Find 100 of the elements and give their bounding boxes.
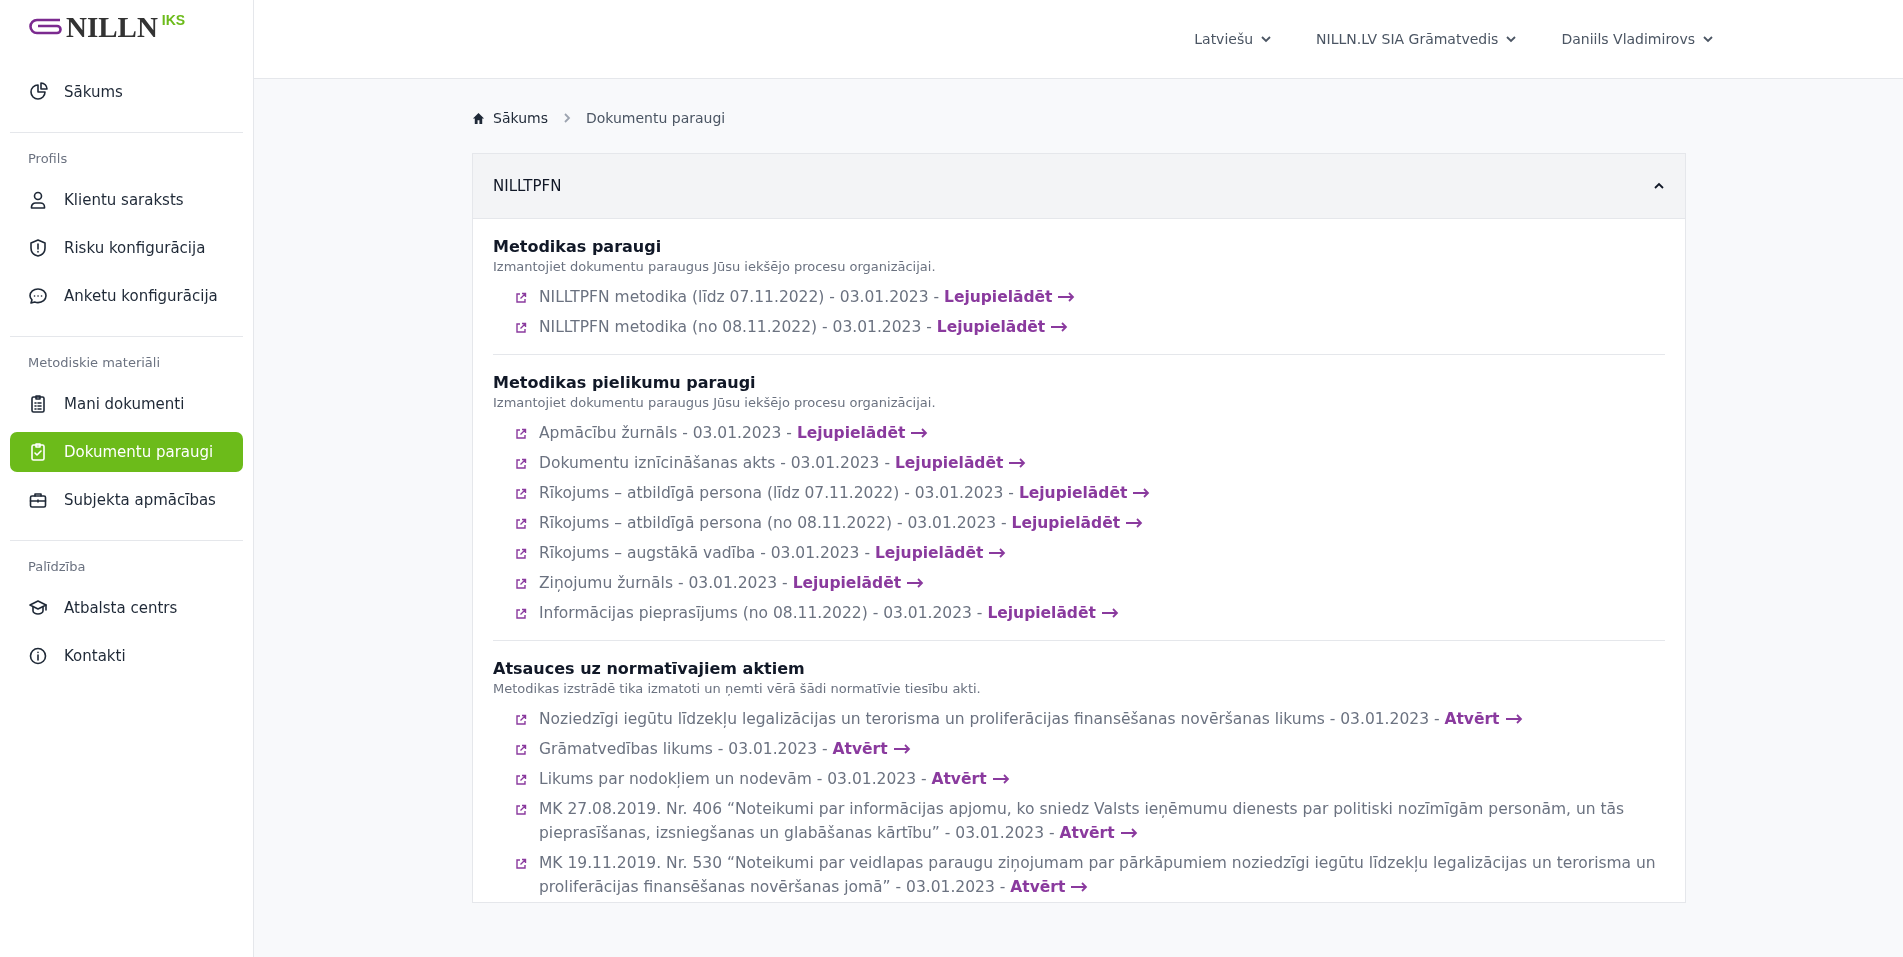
document-entry: MK 27.08.2019. Nr. 406 “Noteikumi par informācijas apjomu, ko sniedz Valsts ieņēmumu dienests par politiski nozīmīgām personām, un tās pieprasīšanas, izsniegšanas un glabāšanas kārtību” - 03.01.2023 - Atvērt [539,797,1665,845]
document-entry: Dokumentu iznīcināšanas akts - 03.01.2023 - Lejupielādēt [539,451,1027,475]
document-entry: NILLTPFN metodika (līdz 07.11.2022) - 03.01.2023 - Lejupielādēt [539,285,1076,309]
sidebar-item-label: Risku konfigurācija [64,239,206,257]
shield-icon [28,238,48,258]
document-entry: Noziedzīgi iegūtu līdzekļu legalizācijas un terorisma un proliferācijas finansēšanas novēršanas likums - 03.01.2023 - Atvērt [539,707,1523,731]
document-link[interactable]: Lejupielādēt [894,451,1027,475]
pie-chart-icon [28,82,48,102]
arrow-right-icon [1008,458,1027,468]
arrow-right-icon [1050,322,1069,332]
graduation-cap-icon [28,598,48,618]
briefcase-icon [28,490,48,510]
home-icon [472,111,485,125]
breadcrumb-link[interactable]: Sākums [472,110,548,126]
chat-bubble-icon [28,286,48,306]
chevron-down-icon [1702,33,1714,45]
dropdown-menu[interactable]: NILLN.LV SIA Grāmatvedis [1312,27,1522,51]
clipboard-check-icon [28,442,48,462]
section-description: Izmantojiet dokumentu paraugus Jūsu iekšējo procesu organizācijai. [493,395,937,410]
document-entry: Rīkojums – atbildīgā persona (līdz 07.11.2022) - 03.01.2023 - Lejupielādēt [539,481,1151,505]
external-link-icon [515,488,527,500]
section-title: Metodikas paraugi [493,237,663,256]
arrow-right-icon [906,578,925,588]
external-link-icon [515,744,527,756]
document-link[interactable]: Lejupielādēt [796,421,929,445]
section-description: Izmantojiet dokumentu paraugus Jūsu iekšējo procesu organizācijai. [493,259,937,274]
document-entry: NILLTPFN metodika (no 08.11.2022) - 03.01.2023 - Lejupielādēt [539,315,1069,339]
accordion-header[interactable]: NILLTPFN [473,154,1685,219]
external-link-icon [515,518,527,530]
document-entry: Informācijas pieprasījums (no 08.11.2022) - 03.01.2023 - Lejupielādēt [539,601,1119,625]
document-link[interactable]: Atvērt [832,737,911,761]
document-link[interactable]: Lejupielādēt [936,315,1069,339]
sidebar-item[interactable]: Anketu konfigurācija [10,276,243,316]
arrow-right-icon [988,548,1007,558]
arrow-right-icon [1070,882,1089,892]
breadcrumb-link[interactable]: Dokumentu paraugi [585,110,726,126]
document-entry: Grāmatvedības likums - 03.01.2023 - Atvērt [539,737,911,761]
arrow-right-icon [910,428,929,438]
panel-title: NILLTPFN [493,177,562,195]
sidebar-item-label: Anketu konfigurācija [64,287,218,305]
arrow-right-icon [1504,714,1523,724]
logo-suffix: IKS [161,12,186,28]
document-link[interactable]: Lejupielādēt [987,601,1119,625]
user-icon [28,190,48,210]
paperclip-logo-icon [28,17,62,37]
sidebar-section-title: Metodiskie materiāli [27,354,162,372]
document-link[interactable]: Lejupielādēt [1018,481,1151,505]
document-link[interactable]: Lejupielādēt [1011,511,1144,535]
sidebar-item-label: Atbalsta centrs [64,599,178,617]
info-icon [28,646,48,666]
clipboard-list-icon [28,394,48,414]
sidebar-item[interactable]: Mani dokumenti [10,384,243,424]
sidebar-section-title: Palīdzība [27,558,87,576]
document-entry: MK 19.11.2019. Nr. 530 “Noteikumi par veidlapas paraugu ziņojumam par pārkāpumiem noziedzīgi iegūtu līdzekļu legalizācijas un terorisma un proliferācijas finansēšanas novēršanas jomā” - 03.01.2023 - Atvērt [539,851,1665,899]
logo-name: NILLN [66,12,158,42]
document-entry: Rīkojums – augstākā vadība - 03.01.2023 - Lejupielādēt [539,541,1007,565]
sidebar-item-label: Sākums [64,83,123,101]
external-link-icon [515,608,527,620]
document-entry: Likums par nodokļiem un nodevām - 03.01.2023 - Atvērt [539,767,1010,791]
sidebar-item[interactable]: Kontakti [10,636,243,676]
external-link-icon [515,458,527,470]
chevron-down-icon [1260,33,1273,45]
sidebar-item-label: Subjekta apmācības [64,491,216,509]
section-description: Metodikas izstrādē tika izmatoti un ņemti vērā šādi normatīvie tiesību akti. [493,681,982,696]
document-link[interactable]: Lejupielādēt [874,541,1007,565]
sidebar-item[interactable]: Klientu saraksts [10,180,243,220]
arrow-right-icon [1132,488,1151,498]
document-link[interactable]: Atvērt [1059,821,1138,845]
chevron-right-icon [561,112,572,124]
sidebar-section-title: Profils [27,150,69,168]
dropdown-menu[interactable]: Daniils Vladimirovs [1557,27,1718,51]
document-link[interactable]: Atvērt [931,767,1010,791]
section-title: Metodikas pielikumu paraugi [493,373,757,392]
chevron-down-icon [1505,33,1518,45]
arrow-right-icon [892,744,911,754]
arrow-right-icon [1100,608,1119,618]
dropdown-menu[interactable]: Latviešu [1190,27,1277,51]
external-link-icon [515,714,527,726]
external-link-icon [515,774,527,786]
document-entry: Ziņojumu žurnāls - 03.01.2023 - Lejupielādēt [539,571,925,595]
document-link[interactable]: Lejupielādēt [792,571,925,595]
sidebar-item-label: Klientu saraksts [64,191,184,209]
sidebar-item[interactable]: Subjekta apmācības [10,480,243,520]
arrow-right-icon [991,774,1010,784]
document-entry: Rīkojums – atbildīgā persona (no 08.11.2022) - 03.01.2023 - Lejupielādēt [539,511,1144,535]
external-link-icon [515,548,527,560]
external-link-icon [515,858,527,870]
sidebar-item-label: Kontakti [64,647,126,665]
external-link-icon [515,578,527,590]
sidebar-item[interactable]: Risku konfigurācija [10,228,243,268]
document-link[interactable]: Atvērt [1010,875,1089,899]
external-link-icon [515,292,527,304]
arrow-right-icon [1119,828,1138,838]
external-link-icon [515,322,527,334]
document-link[interactable]: Lejupielādēt [944,285,1076,309]
sidebar-item[interactable]: Atbalsta centrs [10,588,243,628]
document-entry: Apmācību žurnāls - 03.01.2023 - Lejupielādēt [539,421,929,445]
sidebar-item-label: Dokumentu paraugi [64,443,214,461]
sidebar-item[interactable]: Sākums [10,72,243,112]
document-link[interactable]: Atvērt [1444,707,1523,731]
